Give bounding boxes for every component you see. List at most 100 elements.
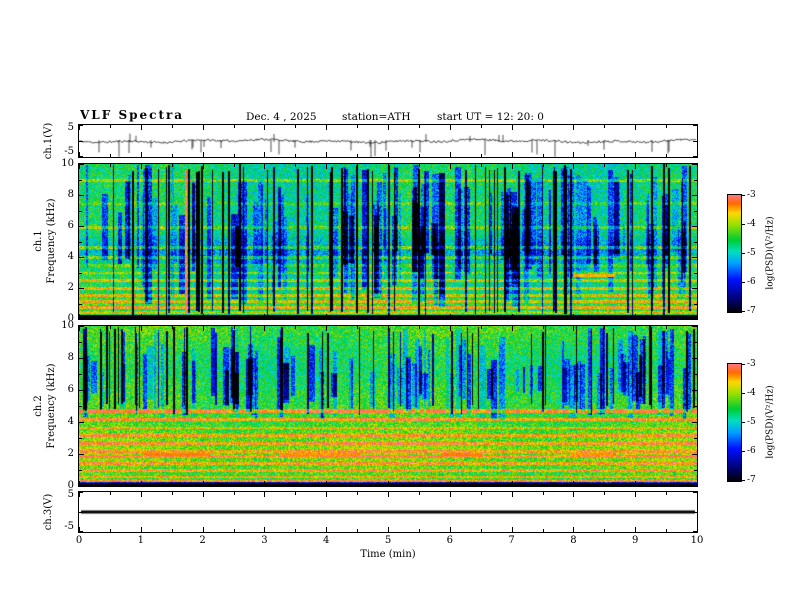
tick-mark [79, 195, 84, 196]
x-tick-label: 8 [570, 535, 577, 546]
tick-mark [635, 481, 637, 486]
tick-mark [109, 164, 111, 167]
tick-mark [693, 156, 697, 157]
y-tick-label: 2 [67, 448, 74, 459]
tick-mark [573, 164, 575, 169]
tick-mark [109, 492, 111, 495]
ch1-spectrogram [79, 164, 697, 319]
tick-mark [295, 154, 297, 157]
tick-mark [511, 125, 513, 130]
tick-mark [635, 125, 637, 130]
tick-mark [79, 390, 84, 391]
tick-mark [692, 288, 697, 289]
vlf-spectra-figure: VLF Spectra Dec. 4 , 2025 station=ATH st… [0, 0, 792, 612]
y-tick-label: 5 [67, 122, 74, 133]
tick-mark [79, 470, 82, 471]
tick-mark [140, 492, 142, 497]
tick-mark [635, 314, 637, 319]
tick-mark [171, 529, 173, 532]
tick-mark [666, 154, 668, 157]
tick-mark [692, 226, 697, 227]
tick-mark [573, 314, 575, 319]
tick-mark [692, 486, 697, 487]
tick-mark [171, 316, 173, 319]
tick-mark [449, 164, 451, 169]
tick-mark [604, 154, 606, 157]
x-axis-title: Time (min) [360, 549, 416, 560]
colorbar-tick-label: -3 [747, 359, 756, 369]
ch2-spec-ylabel-channel: ch.2 [33, 395, 44, 417]
tick-mark [326, 527, 328, 532]
tick-mark [697, 481, 698, 486]
tick-mark [202, 125, 204, 130]
tick-mark [604, 483, 606, 486]
tick-mark [79, 125, 83, 126]
tick-mark [109, 483, 111, 486]
tick-mark [326, 152, 328, 157]
tick-mark [233, 164, 235, 167]
tick-mark [697, 527, 698, 532]
tick-mark [79, 303, 82, 305]
tick-mark [140, 152, 142, 157]
tick-mark [480, 529, 482, 532]
tick-mark [388, 125, 389, 130]
ch2-spectrogram-panel [78, 325, 698, 487]
tick-mark [79, 358, 84, 359]
y-tick-label: 10 [61, 320, 74, 331]
y-tick-label: 4 [67, 251, 74, 262]
tick-mark [79, 257, 84, 258]
tick-mark [79, 438, 82, 439]
tick-mark [79, 272, 82, 274]
tick-mark [511, 152, 513, 157]
tick-mark [79, 326, 84, 327]
tick-mark [635, 492, 637, 497]
tick-mark [692, 422, 697, 423]
tick-mark [604, 164, 606, 167]
colorbar-tick-mark [742, 195, 745, 196]
tick-mark [79, 374, 82, 375]
tick-mark [418, 154, 420, 157]
colorbar-tick-label: -3 [747, 190, 756, 200]
tick-mark [542, 326, 544, 329]
tick-mark [604, 326, 606, 329]
tick-mark [697, 125, 698, 130]
ch1-spec-ylabel-frequency: Frequency (kHz) [46, 198, 57, 284]
tick-mark [326, 125, 328, 130]
tick-mark [202, 314, 204, 319]
tick-mark [480, 483, 482, 486]
tick-mark [573, 152, 575, 157]
colorbar-tick-label: -6 [747, 277, 756, 287]
tick-mark [635, 164, 637, 169]
colorbar-tick-label: -4 [747, 219, 756, 229]
tick-mark [79, 319, 84, 320]
tick-mark [357, 316, 359, 319]
tick-mark [79, 288, 84, 289]
tick-mark [697, 164, 698, 169]
tick-mark [233, 316, 235, 319]
tick-mark [573, 326, 575, 331]
tick-mark [697, 314, 698, 319]
tick-mark [295, 164, 297, 167]
tick-mark [326, 481, 328, 486]
ch3-waveform-plot [79, 492, 697, 532]
tick-mark [573, 481, 575, 486]
y-tick-label: 2 [67, 282, 74, 293]
tick-mark [79, 164, 84, 165]
tick-mark [202, 326, 204, 331]
colorbar-tick-label: -5 [747, 248, 756, 258]
colorbar-tick-mark [742, 311, 745, 312]
tick-mark [264, 481, 266, 486]
tick-mark [692, 358, 697, 359]
tick-mark [573, 527, 575, 532]
tick-mark [666, 483, 668, 486]
tick-mark [449, 326, 451, 331]
tick-mark [692, 326, 697, 327]
colorbar-tick-label: -4 [747, 388, 756, 398]
tick-mark [171, 164, 173, 167]
tick-mark [480, 125, 482, 128]
tick-mark [357, 492, 359, 495]
tick-mark [692, 454, 697, 455]
tick-mark [171, 326, 173, 329]
tick-mark [357, 164, 359, 167]
tick-mark [202, 492, 204, 497]
